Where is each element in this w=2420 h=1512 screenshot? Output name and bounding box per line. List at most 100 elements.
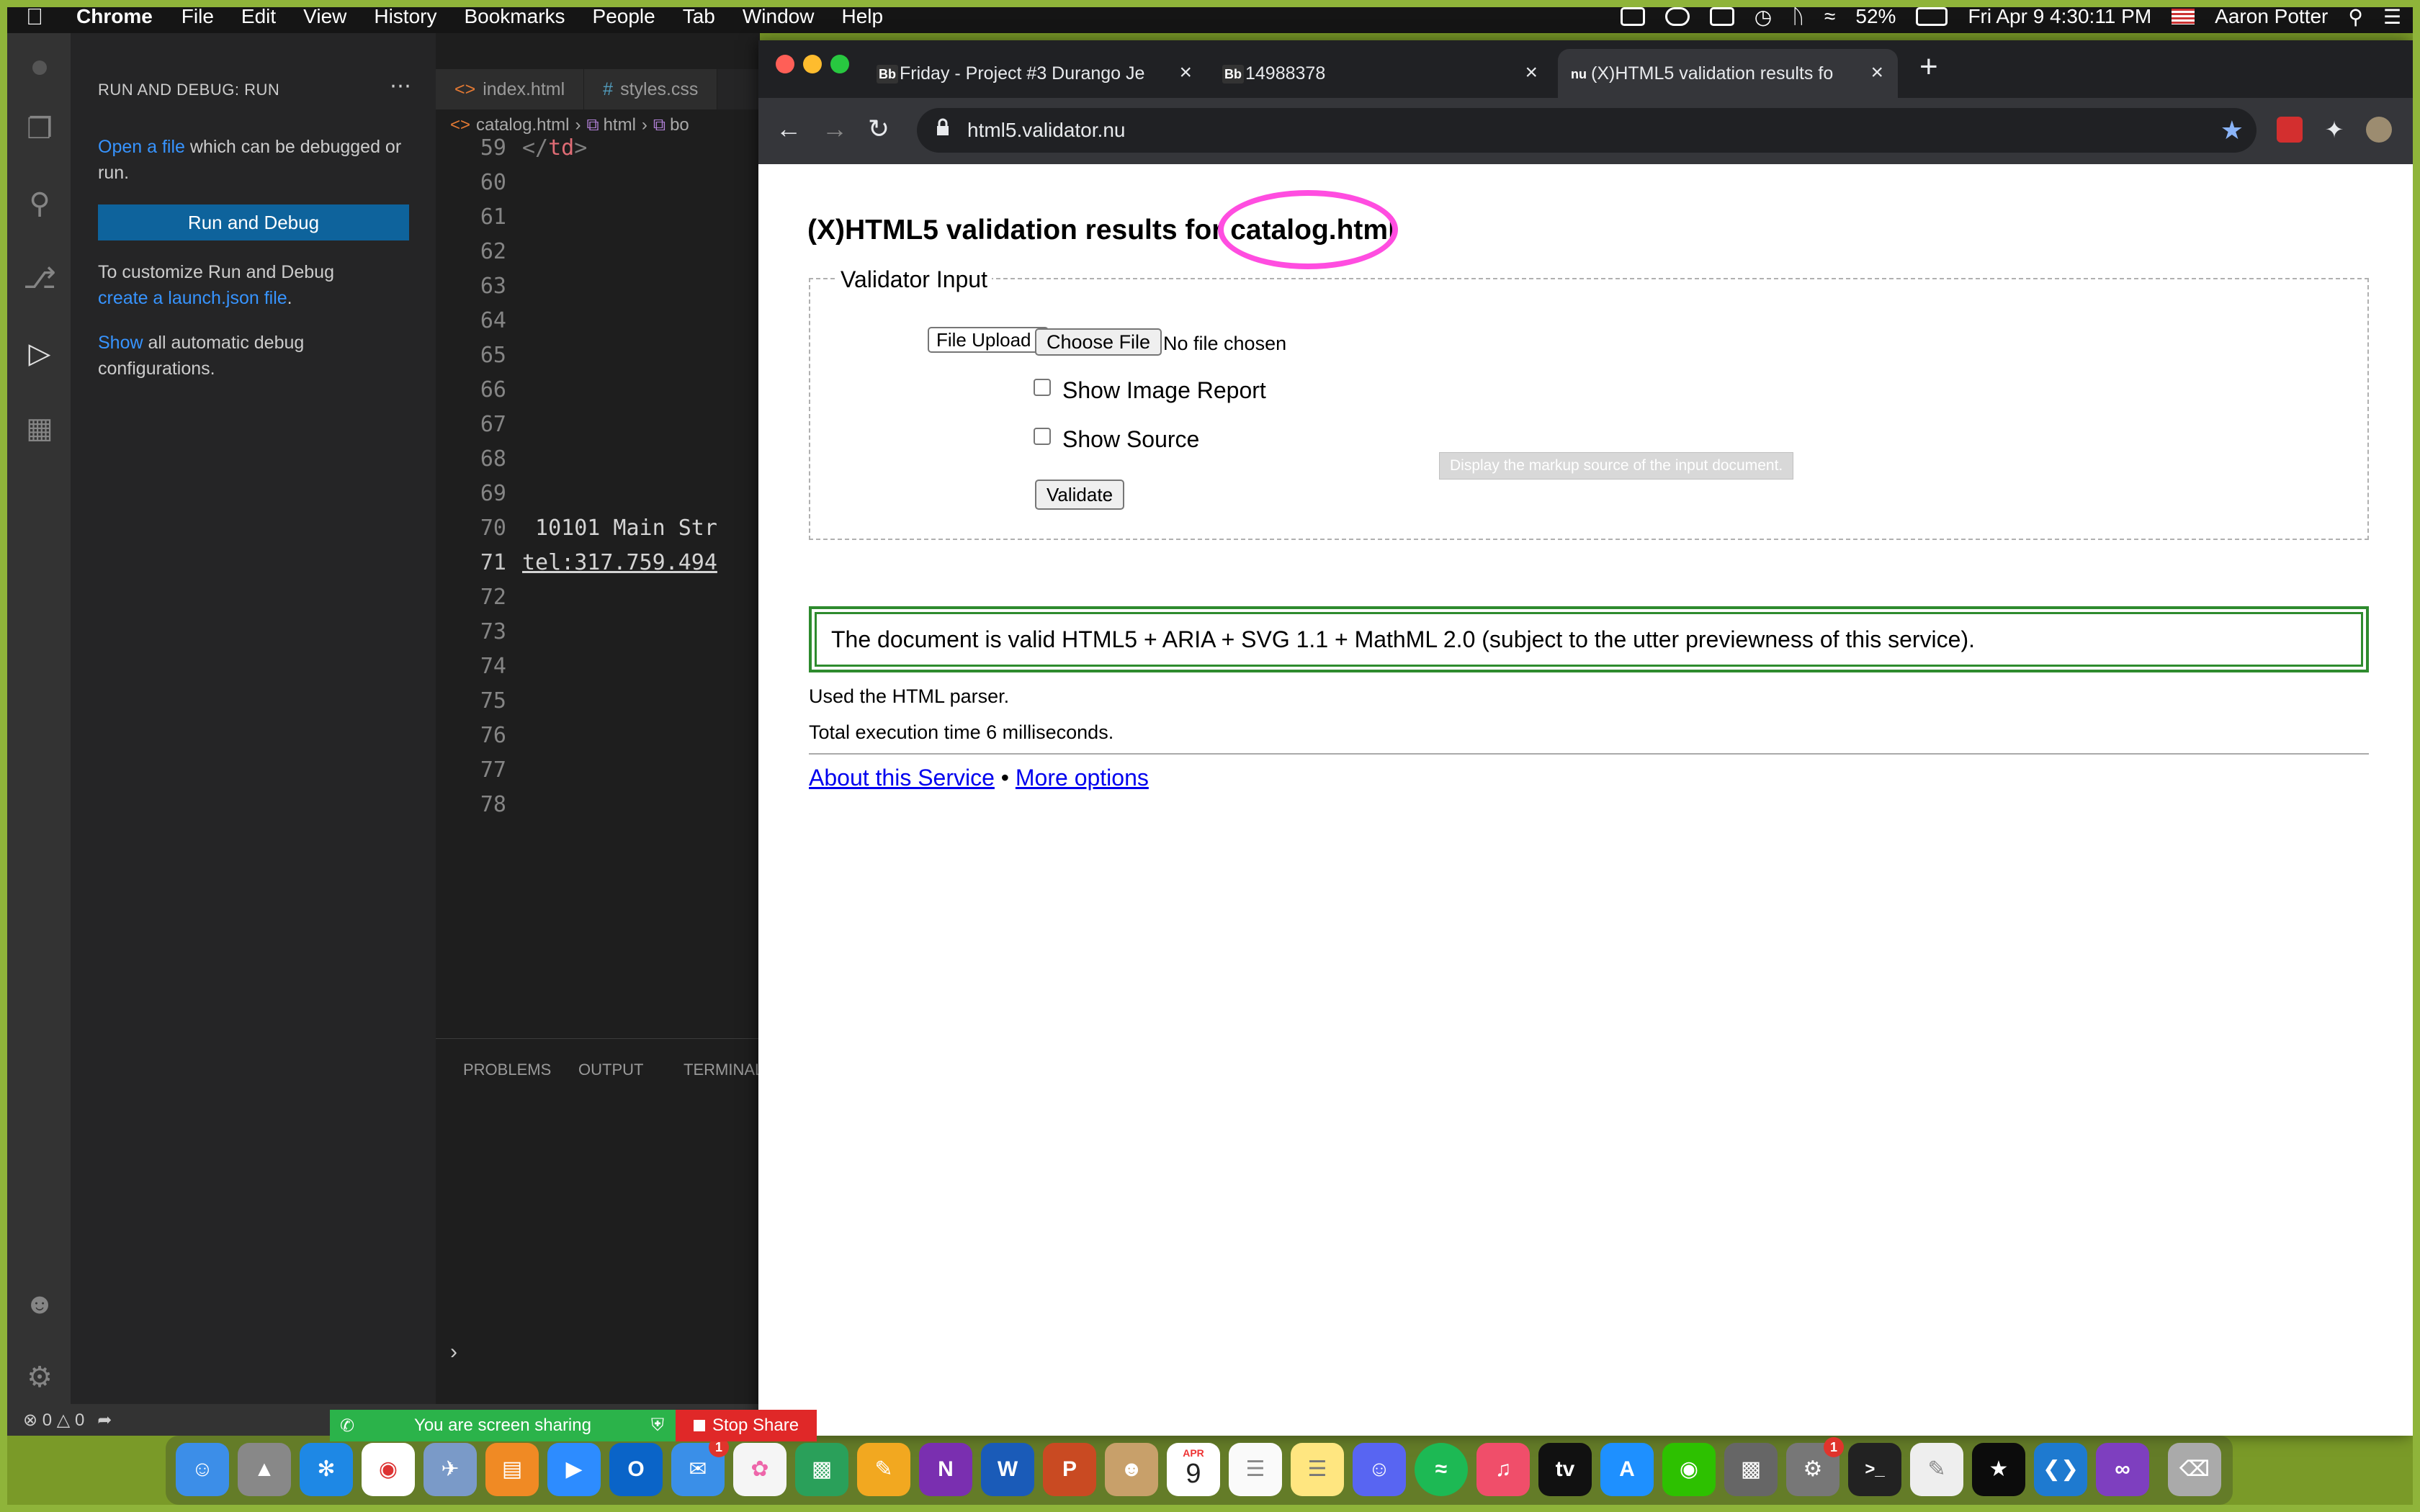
validate-button[interactable]: Validate	[1035, 480, 1125, 510]
reminders-icon[interactable]: ☰	[1229, 1443, 1282, 1496]
terminal-icon[interactable]: >_	[1848, 1443, 1901, 1496]
browser-tab-project[interactable]: Bb Friday - Project #3 Durango Je ×	[866, 49, 1206, 98]
stop-share-button[interactable]: Stop Share	[676, 1410, 817, 1441]
tab-styles-css[interactable]: # styles.css	[584, 69, 718, 109]
menu-history[interactable]: History	[374, 5, 436, 28]
code-line[interactable]: 59 </td>	[436, 131, 760, 166]
show-image-report-label[interactable]: Show Image Report	[1062, 377, 1266, 404]
code-line[interactable]: 65	[436, 338, 760, 373]
launchpad-icon[interactable]: ▲	[238, 1443, 291, 1496]
datetime[interactable]: Fri Apr 9 4:30:11 PM	[1968, 5, 2151, 28]
tab-index-html[interactable]: <> index.html	[436, 69, 585, 109]
tab-terminal[interactable]: TERMINAL	[684, 1061, 763, 1079]
music-icon[interactable]: ♫	[1476, 1443, 1530, 1496]
contacts-icon[interactable]: ☻	[1105, 1443, 1158, 1496]
run-debug-icon[interactable]: ▷	[22, 336, 58, 372]
powerpoint-icon[interactable]: P	[1043, 1443, 1096, 1496]
code-line[interactable]: 60	[436, 166, 760, 200]
code-line[interactable]: 68	[436, 442, 760, 477]
extension-lastpass-icon[interactable]	[2277, 117, 2303, 143]
menu-view[interactable]: View	[303, 5, 346, 28]
safari-icon[interactable]: ✻	[300, 1443, 353, 1496]
menu-help[interactable]: Help	[841, 5, 883, 28]
code-line[interactable]: 78	[436, 788, 760, 822]
app-store-icon[interactable]: A	[1600, 1443, 1654, 1496]
zoom-icon[interactable]: ▶	[547, 1443, 601, 1496]
cloud-tray-icon[interactable]	[1664, 7, 1690, 26]
menu-edit[interactable]: Edit	[241, 5, 276, 28]
about-service-link[interactable]: About this Service	[809, 765, 995, 791]
battery-percent[interactable]: 52%	[1855, 5, 1896, 28]
wifi-icon[interactable]: ≈	[1824, 5, 1835, 28]
finder-icon[interactable]: ☺	[176, 1443, 229, 1496]
search-icon[interactable]: ⚲	[22, 186, 58, 222]
vscode-icon[interactable]: ❮❯	[2034, 1443, 2087, 1496]
chrome-menu-icon[interactable]: ⋮	[2409, 117, 2420, 143]
bookmark-star-icon[interactable]: ★	[2220, 115, 2244, 145]
code-line[interactable]: 74	[436, 649, 760, 684]
system-preferences-icon[interactable]: ⚙ 1	[1786, 1437, 1844, 1496]
menu-file[interactable]: File	[182, 5, 214, 28]
trash-icon[interactable]: ⌫	[2168, 1443, 2221, 1496]
chevron-right-icon[interactable]: ›	[450, 1340, 457, 1364]
menu-bookmarks[interactable]: Bookmarks	[464, 5, 565, 28]
choose-file-button[interactable]: Choose File	[1035, 328, 1162, 356]
close-window-button[interactable]	[776, 55, 794, 73]
reload-icon[interactable]: ↻	[868, 114, 889, 144]
close-tab-icon[interactable]: ×	[1870, 60, 1883, 85]
show-source-label[interactable]: Show Source	[1062, 426, 1199, 453]
wechat-icon[interactable]: ◉	[1662, 1443, 1716, 1496]
calendar-icon[interactable]: APR 9	[1167, 1443, 1220, 1496]
browser-tab-14988378[interactable]: Bb 14988378 ×	[1212, 49, 1552, 98]
flag-icon[interactable]	[2172, 9, 2195, 24]
messages-icon[interactable]: ✉ 1	[671, 1437, 729, 1496]
preview-icon[interactable]: ✈	[424, 1443, 477, 1496]
tab-output[interactable]: OUTPUT	[578, 1061, 643, 1079]
explorer-icon[interactable]: ❐	[22, 111, 58, 147]
extensions-puzzle-icon[interactable]: ✦	[2321, 117, 2347, 143]
menu-app-name[interactable]: Chrome	[76, 5, 153, 28]
user-name[interactable]: Aaron Potter	[2215, 5, 2328, 28]
visual-studio-icon[interactable]: ∞	[2096, 1443, 2149, 1496]
discord-icon[interactable]: ☺	[1353, 1443, 1406, 1496]
onenote-icon[interactable]: N	[919, 1443, 972, 1496]
close-tab-icon[interactable]: ×	[1179, 60, 1192, 85]
minimize-window-button[interactable]	[803, 55, 822, 73]
menu-window[interactable]: Window	[743, 5, 815, 28]
code-line[interactable]: 71 tel:317.759.494	[436, 546, 760, 580]
back-arrow-icon[interactable]: ←	[776, 114, 802, 144]
more-options-link[interactable]: More options	[1016, 765, 1149, 791]
show-image-report-checkbox[interactable]	[1034, 379, 1051, 396]
code-line[interactable]: 64	[436, 304, 760, 338]
source-control-icon[interactable]: ⎇	[22, 261, 58, 297]
settings-gear-icon[interactable]: ⚙	[22, 1359, 58, 1395]
maximize-window-button[interactable]	[830, 55, 849, 73]
address-bar[interactable]: html5.validator.nu ★	[917, 108, 2257, 153]
code-line[interactable]: 77	[436, 753, 760, 788]
show-source-checkbox[interactable]	[1034, 428, 1051, 445]
battery-icon[interactable]	[1916, 7, 1948, 26]
kindle-icon[interactable]: ★	[1972, 1443, 2025, 1496]
apple-icon[interactable]: 	[26, 4, 43, 30]
menu-tab[interactable]: Tab	[683, 5, 715, 28]
textedit-icon[interactable]: ✎	[1910, 1443, 1963, 1496]
code-line[interactable]: 66	[436, 373, 760, 408]
photos-icon[interactable]: ✿	[733, 1443, 786, 1496]
time-machine-icon[interactable]: ◷	[1754, 5, 1772, 29]
word-icon[interactable]: W	[981, 1443, 1034, 1496]
search-icon[interactable]: ⚲	[2348, 5, 2363, 29]
code-line[interactable]: 69	[436, 477, 760, 511]
code-line[interactable]: 72	[436, 580, 760, 615]
code-line[interactable]: 73	[436, 615, 760, 649]
chrome-icon[interactable]: ◉	[362, 1443, 415, 1496]
notes-icon[interactable]: ☰	[1291, 1443, 1344, 1496]
menu-people[interactable]: People	[593, 5, 655, 28]
code-line[interactable]: 62	[436, 235, 760, 269]
close-tab-icon[interactable]: ×	[1525, 60, 1538, 85]
more-actions-icon[interactable]: ⋯	[390, 73, 411, 99]
outlook-icon[interactable]: O	[609, 1443, 663, 1496]
code-line[interactable]: 70 10101 Main Str	[436, 511, 760, 546]
tab-problems[interactable]: PROBLEMS	[463, 1061, 551, 1079]
zoom-tray-icon[interactable]	[1620, 7, 1645, 26]
errors-status[interactable]: ⊗ 0 △ 0	[23, 1410, 84, 1431]
